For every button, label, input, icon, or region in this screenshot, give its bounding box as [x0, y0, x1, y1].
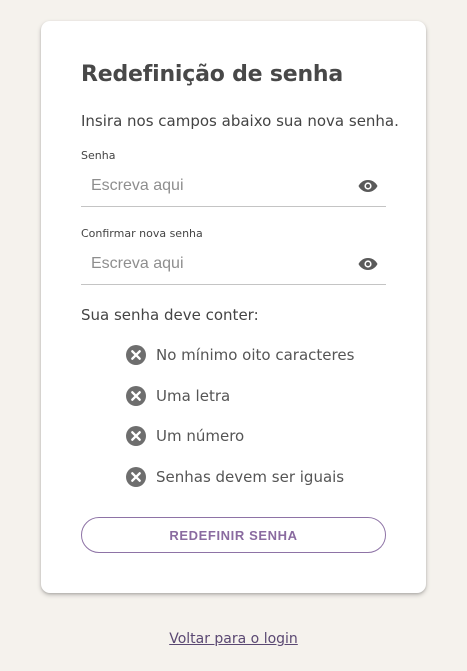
- x-circle-icon: [126, 426, 146, 446]
- page-title: Redefinição de senha: [81, 62, 344, 87]
- x-circle-icon: [126, 385, 146, 406]
- requirement-label: No mínimo oito caracteres: [156, 346, 355, 364]
- requirement-item: Senhas devem ser iguais: [126, 466, 354, 508]
- eye-icon[interactable]: [358, 179, 378, 193]
- password-input[interactable]: [81, 168, 351, 204]
- requirement-label: Um número: [156, 427, 245, 445]
- instructions-text: Insira nos campos abaixo sua nova senha.: [81, 112, 399, 130]
- back-to-login-link[interactable]: Voltar para o login: [169, 631, 298, 647]
- requirements-heading: Sua senha deve conter:: [81, 306, 259, 324]
- confirm-password-input[interactable]: [81, 246, 351, 282]
- confirm-password-field: [81, 246, 386, 285]
- password-label: Senha: [81, 149, 116, 162]
- requirement-item: No mínimo oito caracteres: [126, 345, 354, 386]
- x-circle-icon: [126, 466, 146, 487]
- password-field: [81, 168, 386, 207]
- back-to-login-row: Voltar para o login: [0, 631, 467, 647]
- reset-password-button[interactable]: REDEFINIR SENHA: [81, 517, 386, 553]
- confirm-password-label: Confirmar nova senha: [81, 227, 203, 240]
- requirement-item: Um número: [126, 426, 354, 467]
- requirement-label: Senhas devem ser iguais: [156, 467, 345, 486]
- requirements-list: No mínimo oito caracteres Uma letra Um n…: [126, 345, 354, 507]
- requirement-item: Uma letra: [126, 385, 354, 427]
- eye-icon[interactable]: [358, 257, 378, 271]
- requirement-label: Uma letra: [156, 386, 231, 405]
- x-circle-icon: [126, 345, 146, 365]
- reset-password-card: Redefinição de senha Insira nos campos a…: [41, 21, 426, 593]
